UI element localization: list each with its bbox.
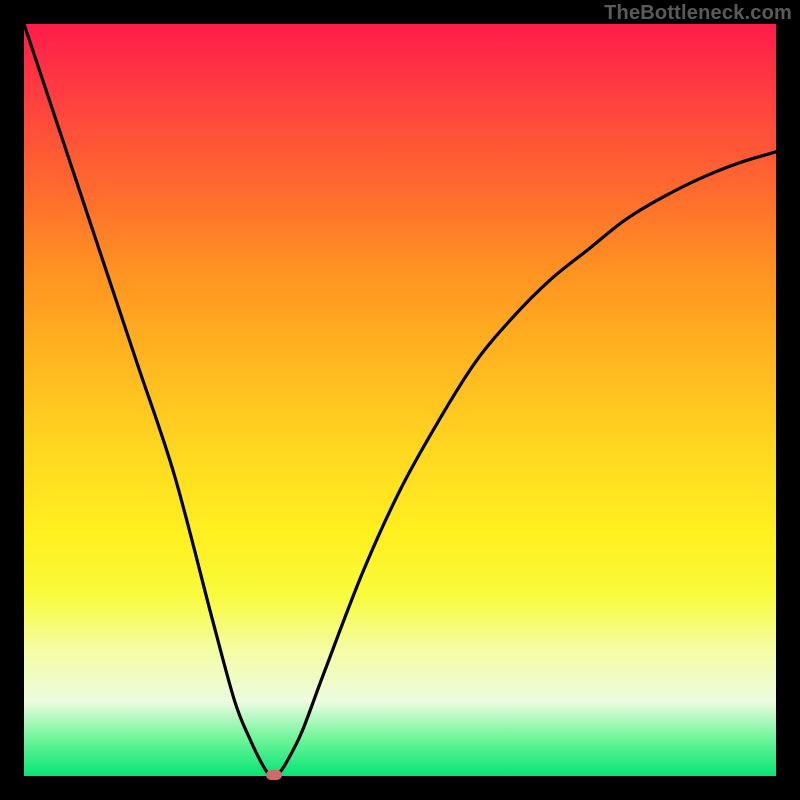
chart-frame: TheBottleneck.com [0, 0, 800, 800]
plot-area [24, 24, 776, 776]
bottleneck-curve [24, 24, 776, 776]
optimum-marker [266, 770, 282, 780]
watermark-text: TheBottleneck.com [604, 2, 792, 25]
curve-path [24, 24, 776, 776]
